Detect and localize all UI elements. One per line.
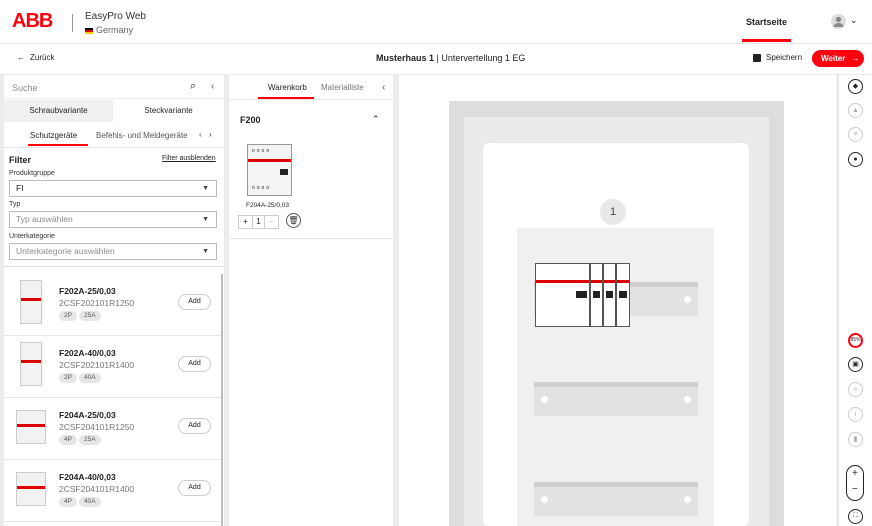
cart-group-title: F200 <box>240 115 261 125</box>
amps-badge: 25A <box>79 311 101 321</box>
next-button[interactable]: Weiter → <box>812 50 864 67</box>
header-divider <box>72 14 73 32</box>
back-button[interactable]: ← Zurück <box>17 53 54 62</box>
chevron-down-icon: ▼ <box>202 185 209 192</box>
divider <box>4 147 224 148</box>
amps-badge: 40A <box>79 497 101 507</box>
typ-select[interactable]: Typ auswählen ▼ <box>9 211 217 228</box>
placed-device-mcb[interactable] <box>616 263 630 327</box>
amps-badge: 40A <box>79 373 101 383</box>
product-list-item[interactable]: F202A-40/0,03 2CSF202101R1400 2P 40A Add <box>4 336 222 398</box>
category-scroll-left-icon[interactable]: ‹ <box>199 130 202 139</box>
warning-icon[interactable]: ▲ <box>848 103 863 118</box>
chevron-down-icon: ▼ <box>202 248 209 255</box>
search-icon[interactable]: ⌕ <box>190 80 196 93</box>
poles-badge: 2P <box>59 311 77 321</box>
product-list-item[interactable]: F202A-25/0,03 2CSF202101R1250 2P 25A Add <box>4 274 222 336</box>
filter-label-typ: Typ <box>9 201 21 208</box>
tag-icon[interactable]: ◆ <box>848 79 863 94</box>
product-image <box>20 280 42 324</box>
plug-icon[interactable]: ● <box>848 152 863 167</box>
zoom-in-button[interactable]: + <box>852 468 858 479</box>
tab-schraubvariante[interactable]: Schraubvariante <box>4 100 113 122</box>
user-avatar-icon[interactable] <box>831 14 846 29</box>
tab-materialliste[interactable]: Materialliste <box>321 83 364 92</box>
collapse-panel-icon[interactable]: ‹ <box>382 82 385 93</box>
forward-icon[interactable]: » <box>848 382 863 397</box>
produktgruppe-select[interactable]: FI ▼ <box>9 180 217 197</box>
tool-sidebar <box>838 75 872 526</box>
abb-logo[interactable]: ABB <box>12 11 60 31</box>
product-list-item[interactable]: F204A-25/0,03 2CSF204101R1250 4P 25A Add <box>4 398 222 460</box>
gallery-icon[interactable]: ▣ <box>848 357 863 372</box>
quantity-stepper[interactable]: +1− <box>238 215 279 229</box>
chevron-down-icon: ▼ <box>202 216 209 223</box>
nav-active-indicator <box>742 39 791 42</box>
placed-device-mcb[interactable] <box>603 263 616 327</box>
poles-badge: 4P <box>59 435 77 445</box>
germany-flag-icon <box>85 27 93 34</box>
divider <box>229 99 393 100</box>
increment-button[interactable]: + <box>239 216 252 228</box>
field-number: 1 <box>600 199 626 225</box>
tab-steckvariante[interactable]: Steckvariante <box>113 100 224 122</box>
arrow-right-icon: → <box>851 54 860 63</box>
category-scroll-right-icon[interactable]: › <box>209 130 212 139</box>
scrollbar[interactable] <box>221 274 223 526</box>
cart-item-image: oooo oooo <box>247 144 292 196</box>
delete-icon[interactable]: ▮ <box>848 432 863 447</box>
tab-warenkorb[interactable]: Warenkorb <box>268 83 307 92</box>
fit-screen-icon[interactable]: ⛶ <box>848 509 863 524</box>
divider <box>229 238 393 239</box>
cart-item-name: F204A-25/0,03 <box>246 202 290 209</box>
product-list-item[interactable]: F204A-40/0,03 2CSF204101R1400 4P 40A Add <box>4 460 222 522</box>
arrow-left-icon: ← <box>17 53 25 62</box>
placed-device-mcb[interactable] <box>590 263 603 327</box>
category-active-indicator <box>28 144 88 146</box>
search-placeholder: Suche <box>12 83 38 93</box>
divider <box>4 266 224 267</box>
unterkategorie-select[interactable]: Unterkategorie auswählen ▼ <box>9 243 217 260</box>
din-rail[interactable] <box>534 382 698 416</box>
category-schutzgeraete[interactable]: Schutzgeräte <box>30 131 77 140</box>
filter-hide-link[interactable]: Filter ausblenden <box>162 155 216 162</box>
collapse-panel-icon[interactable]: ‹ <box>211 81 214 92</box>
save-button[interactable]: Speichern <box>753 53 802 62</box>
floppy-disk-icon <box>753 53 761 62</box>
filter-title: Filter <box>9 155 32 165</box>
poles-badge: 2P <box>59 373 77 383</box>
placed-device-rcd[interactable] <box>535 263 590 327</box>
product-image <box>16 472 46 506</box>
add-button[interactable]: Add <box>178 480 211 496</box>
info-icon[interactable]: i <box>848 407 863 422</box>
app-header <box>0 0 872 44</box>
product-image <box>20 342 42 386</box>
category-befehls-meldegeraete[interactable]: Befehls- und Meldegeräte <box>96 131 188 140</box>
add-button[interactable]: Add <box>178 418 211 434</box>
add-button[interactable]: Add <box>178 356 211 372</box>
amps-badge: 25A <box>79 435 101 445</box>
decrement-button[interactable]: − <box>265 216 278 228</box>
chevron-up-icon[interactable]: ⌃ <box>372 114 380 125</box>
din-rail[interactable] <box>534 482 698 516</box>
filter-label-unterkategorie: Unterkategorie <box>9 233 55 240</box>
quantity-value: 1 <box>252 216 265 228</box>
trash-icon[interactable]: 🗑 <box>286 213 301 228</box>
zoom-out-button[interactable]: − <box>852 484 858 495</box>
product-image <box>16 410 46 444</box>
fill-percent-gauge: 85% <box>848 333 863 348</box>
list-icon[interactable]: ≡ <box>848 127 863 142</box>
nav-startseite[interactable]: Startseite <box>746 17 787 27</box>
cart-panel <box>229 75 393 526</box>
poles-badge: 4P <box>59 497 77 507</box>
project-title: Musterhaus 1 | Untervertellung 1 EG <box>376 53 526 63</box>
add-button[interactable]: Add <box>178 294 211 310</box>
app-title: EasyPro Web <box>85 11 146 22</box>
chevron-down-icon[interactable]: ⌄ <box>850 15 858 26</box>
filter-label-produktgruppe: Produktgruppe <box>9 170 55 177</box>
country-label: Germany <box>85 25 133 35</box>
